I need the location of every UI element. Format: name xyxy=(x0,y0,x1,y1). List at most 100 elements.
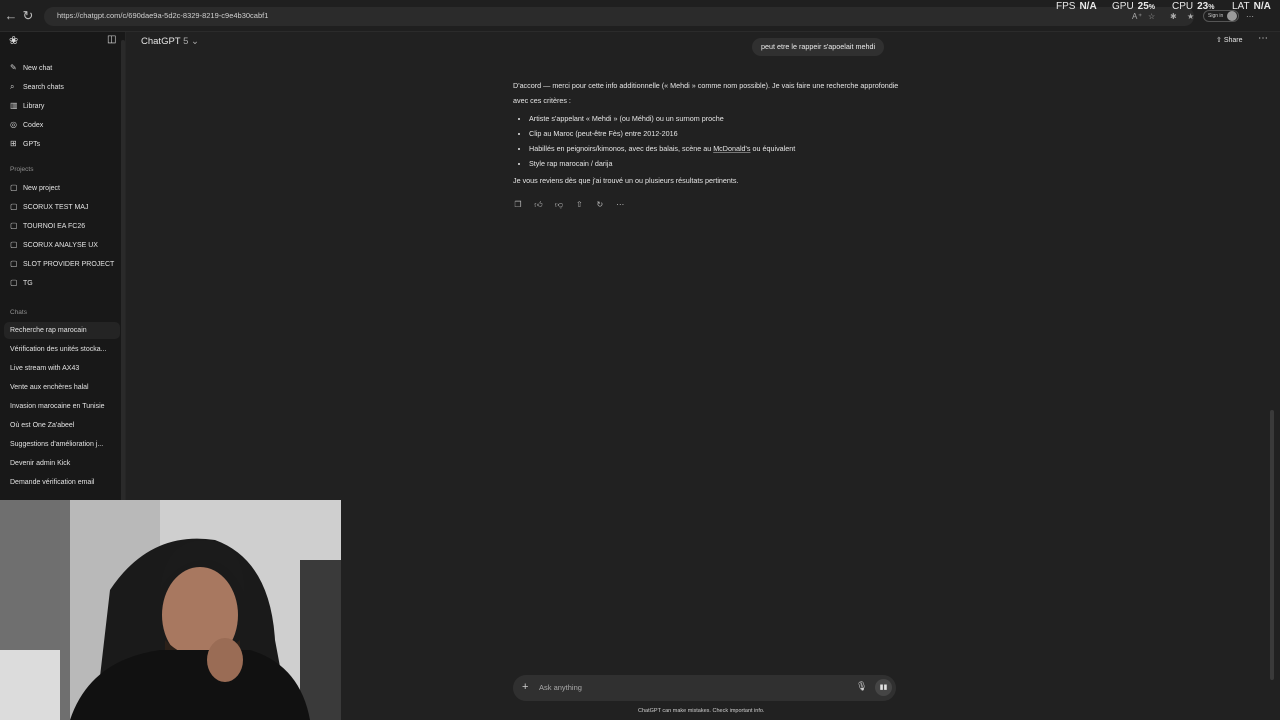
sidebar-item-label: Suggestions d'amélioration j... xyxy=(10,441,104,448)
folder-icon: ▢ xyxy=(10,259,18,268)
sidebar-item-search-chats[interactable]: ⌕ Search chats xyxy=(4,78,120,95)
chat-history-item[interactable]: Recherche rap marocain xyxy=(4,322,120,339)
assistant-outro: Je vous reviens dès que j'ai trouvé un o… xyxy=(513,176,739,185)
read-aloud-icon[interactable]: A ⁺ xyxy=(1132,12,1142,21)
list-item: Artiste s'appelant « Mehdi » (ou Méhdi) … xyxy=(529,111,903,126)
folder-plus-icon: ▢ xyxy=(10,183,18,192)
composer[interactable]: + Ask anything 🎙︎ ▮▮ xyxy=(513,675,896,701)
sidebar-item-label: Devenir admin Kick xyxy=(10,460,71,467)
sidebar-item-label: New chat xyxy=(23,65,53,72)
chat-history-item[interactable]: Suggestions d'amélioration j... xyxy=(4,436,120,453)
sidebar-scrollbar[interactable] xyxy=(121,40,125,530)
message-actions: ❐ 👍︎ 👎︎ ⇧ ↻ ⋯ xyxy=(512,194,630,209)
folder-icon: ▢ xyxy=(10,202,18,211)
webcam-overlay xyxy=(0,500,341,720)
list-item: Habillés en peignoirs/kimonos, avec des … xyxy=(529,141,903,156)
sidebar-item-codex[interactable]: ◎ Codex xyxy=(4,116,120,133)
project-item[interactable]: ▢ SCORUX TEST MAJ xyxy=(4,198,120,215)
search-icon: ⌕ xyxy=(10,82,15,91)
sidebar-item-label: SLOT PROVIDER PROJECT xyxy=(23,261,115,268)
more-actions-icon[interactable]: ⋯ xyxy=(614,200,626,209)
extension-icon[interactable]: ✱ xyxy=(1170,12,1177,21)
sidebar-item-label: SCORUX ANALYSE UX xyxy=(23,242,98,249)
assistant-message: D'accord — merci pour cette info additio… xyxy=(513,79,903,192)
more-menu-icon[interactable]: ⋯ xyxy=(1246,12,1254,21)
sidebar-item-label: Invasion marocaine en Tunisie xyxy=(10,403,105,410)
assistant-intro: D'accord — merci pour cette info additio… xyxy=(513,81,899,105)
sidebar-item-label: SCORUX TEST MAJ xyxy=(23,204,89,211)
sidebar-item-label: TOURNOI EA FC26 xyxy=(23,223,86,230)
microphone-icon[interactable]: 🎙︎ xyxy=(856,681,867,692)
share-message-icon[interactable]: ⇧ xyxy=(573,200,585,209)
favorites-icon[interactable]: ★ xyxy=(1187,12,1194,21)
sidebar-item-label: Search chats xyxy=(23,84,64,91)
sidebar-item-label: Recherche rap marocain xyxy=(10,327,87,334)
sidebar-item-label: Où est One Za'abeel xyxy=(10,422,75,429)
chevron-down-icon: ⌄ xyxy=(191,36,199,47)
sidebar-item-label: Codex xyxy=(23,122,44,129)
grid-icon: ⊞ xyxy=(10,139,17,148)
chat-history-item[interactable]: Demande vérification email xyxy=(4,474,120,491)
thumbs-up-icon[interactable]: 👍︎ xyxy=(532,200,544,210)
sidebar-toggle-icon[interactable]: ◫ xyxy=(107,34,116,45)
project-item[interactable]: ▢ TOURNOI EA FC26 xyxy=(4,217,120,234)
webcam-image xyxy=(0,500,341,720)
codex-icon: ◎ xyxy=(10,120,17,129)
sidebar-item-label: New project xyxy=(23,185,60,192)
sidebar-item-label: Live stream with AX43 xyxy=(10,365,80,372)
folder-icon: ▢ xyxy=(10,221,18,230)
chat-history-item[interactable]: Invasion marocaine en Tunisie xyxy=(4,398,120,415)
share-icon: ⇧ xyxy=(1216,37,1222,44)
list-item: Style rap marocain / darija xyxy=(529,156,903,171)
folder-icon: ▢ xyxy=(10,278,18,287)
gpu-readout: GPU 25% xyxy=(1112,1,1156,12)
browser-toolbar: ← ↻ https://chatgpt.com/c/690dae9a-5d2c-… xyxy=(0,0,1280,32)
chat-history-item[interactable]: Vente aux enchères halal xyxy=(4,379,120,396)
project-item[interactable]: ▢ TG xyxy=(4,274,120,291)
back-arrow-icon[interactable]: ← xyxy=(3,8,19,24)
sidebar-item-new-chat[interactable]: ✎ New chat xyxy=(4,59,120,76)
url-text: https://chatgpt.com/c/690dae9a-5d2c-8329… xyxy=(57,11,269,20)
sidebar-item-library[interactable]: ▥ Library xyxy=(4,97,120,114)
star-icon[interactable]: ☆ xyxy=(1148,12,1155,21)
pencil-square-icon: ✎ xyxy=(10,63,17,72)
folder-icon: ▢ xyxy=(10,240,18,249)
disclaimer: ChatGPT can make mistakes. Check importa… xyxy=(638,708,765,714)
chats-heading: Chats xyxy=(10,309,27,316)
user-message: peut etre le rappeir s'apoelait mehdi xyxy=(752,38,885,56)
conversation-menu-icon[interactable]: ⋯ xyxy=(1258,33,1268,44)
project-item[interactable]: ▢ SCORUX ANALYSE UX xyxy=(4,236,120,253)
regenerate-icon[interactable]: ↻ xyxy=(594,200,606,209)
copy-icon[interactable]: ❐ xyxy=(512,200,524,209)
sidebar-item-label: GPTs xyxy=(23,141,41,148)
sidebar-item-label: Demande vérification email xyxy=(10,479,95,486)
project-item[interactable]: ▢ New project xyxy=(4,179,120,196)
sidebar-item-label: Library xyxy=(23,103,45,110)
projects-heading: Projects xyxy=(10,166,34,173)
chat-history-item[interactable]: Vérification des unités stocka... xyxy=(4,341,120,358)
list-item: Clip au Maroc (peut-être Fès) entre 2012… xyxy=(529,126,903,141)
project-item[interactable]: ▢ SLOT PROVIDER PROJECT xyxy=(4,255,120,272)
chat-history-item[interactable]: Devenir admin Kick xyxy=(4,455,120,472)
library-icon: ▥ xyxy=(10,101,18,110)
chat-history-item[interactable]: Live stream with AX43 xyxy=(4,360,120,377)
reload-icon[interactable]: ↻ xyxy=(20,8,36,24)
sidebar-item-gpts[interactable]: ⊞ GPTs xyxy=(4,135,120,152)
chat-history-item[interactable]: Où est One Za'abeel xyxy=(4,417,120,434)
sidebar-item-label: TG xyxy=(23,280,33,287)
main-scrollbar[interactable] xyxy=(1270,410,1274,680)
profile-avatar[interactable] xyxy=(1227,11,1237,21)
lat-readout: LAT N/A xyxy=(1232,1,1271,12)
share-button[interactable]: ⇧ Share xyxy=(1216,36,1243,44)
criteria-list: Artiste s'appelant « Mehdi » (ou Méhdi) … xyxy=(529,111,903,171)
mcdonalds-link[interactable]: McDonald's xyxy=(713,144,750,153)
plus-icon[interactable]: + xyxy=(522,681,528,693)
fps-readout: FPS N/A xyxy=(1056,1,1097,12)
sidebar-item-label: Vérification des unités stocka... xyxy=(10,346,107,353)
model-selector[interactable]: ChatGPT 5 ⌄ xyxy=(141,36,199,47)
prompt-input[interactable]: Ask anything xyxy=(539,683,582,692)
thumbs-down-icon[interactable]: 👎︎ xyxy=(553,200,565,210)
sidebar-item-label: Vente aux enchères halal xyxy=(10,384,89,391)
openai-logo-icon[interactable]: ❀ xyxy=(9,34,18,47)
voice-mode-icon[interactable]: ▮▮ xyxy=(875,679,892,696)
